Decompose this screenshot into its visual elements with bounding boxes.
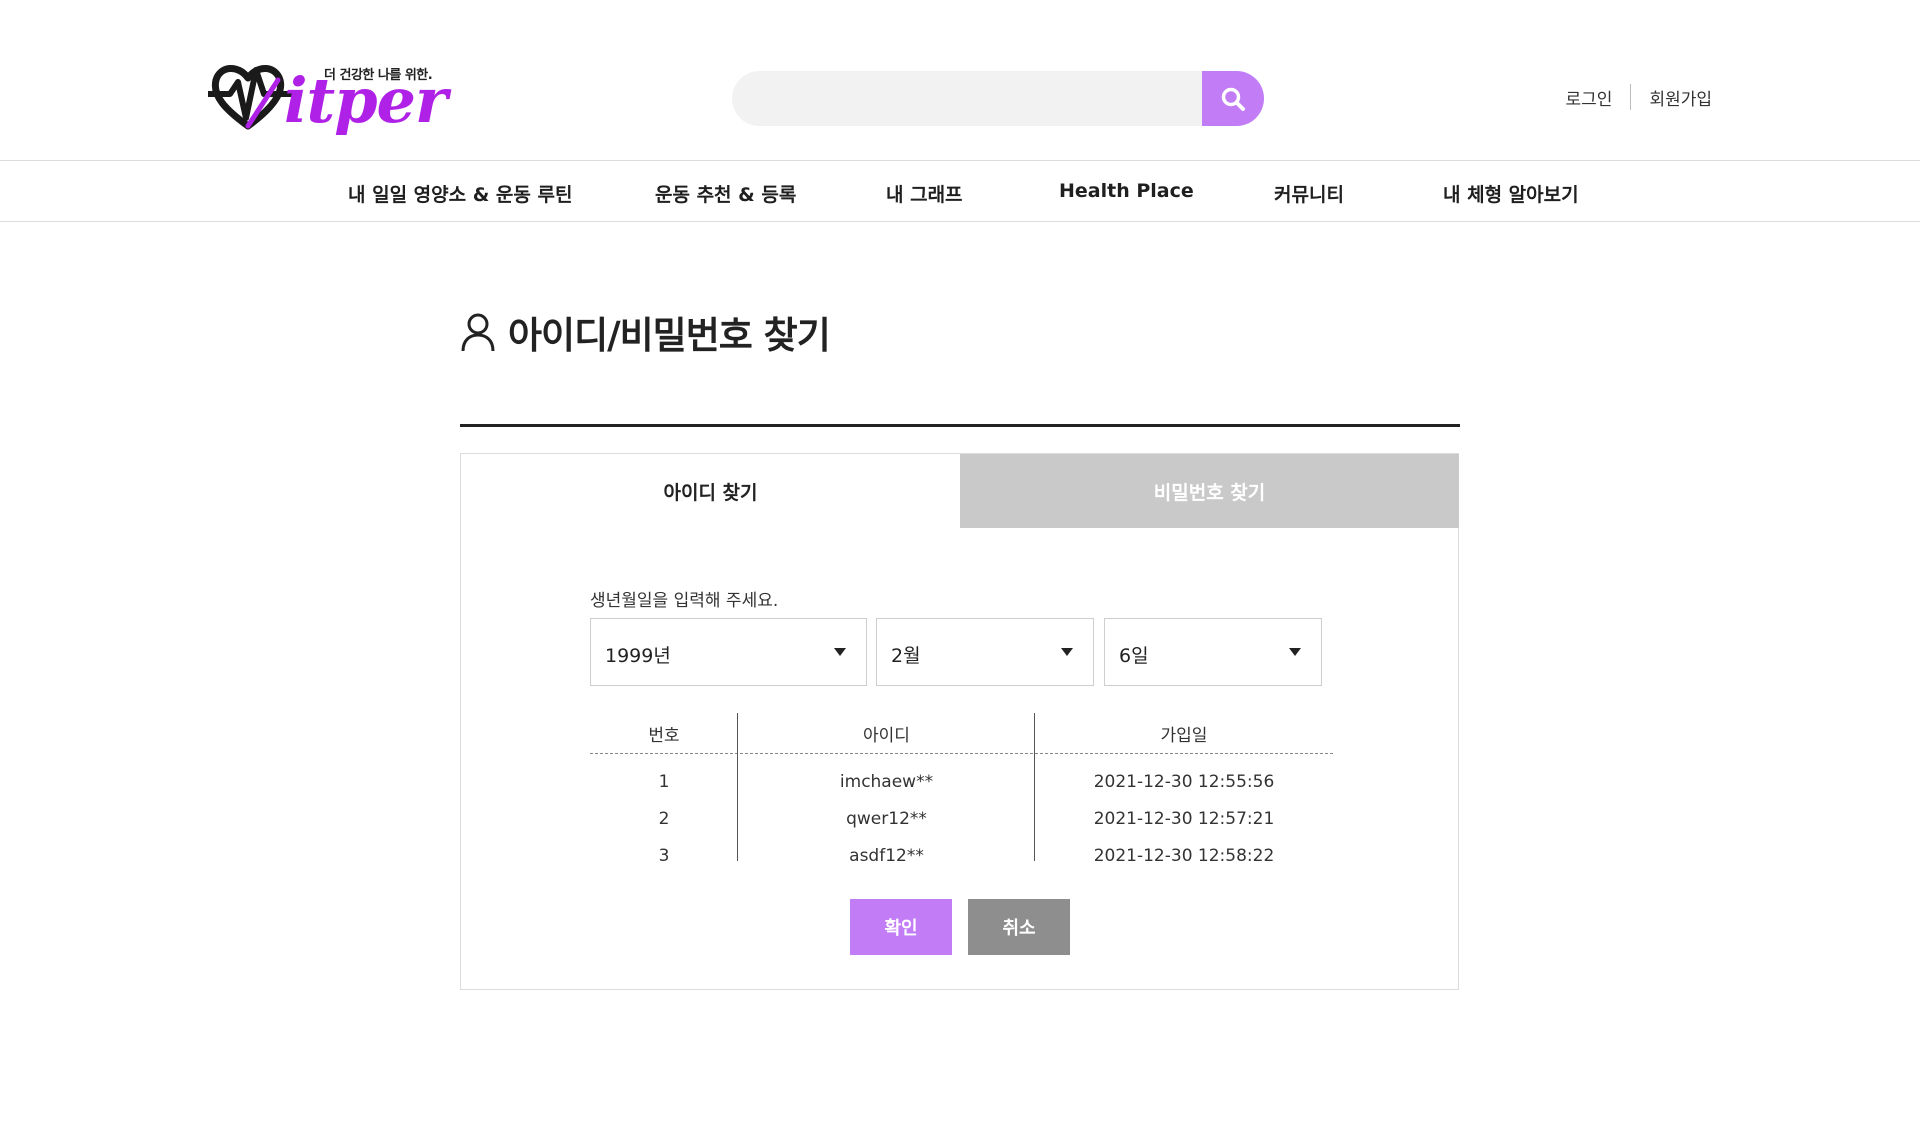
page-title-wrap: 아이디/비밀번호 찾기 [460, 305, 831, 359]
site-header: 더 건강한 나를 위한. itper 로그인 회원가입 [0, 0, 1920, 161]
table-row: 1 imchaew** 2021-12-30 12:55:56 [590, 763, 1333, 800]
row-user-id: imchaew** [839, 771, 934, 792]
row-join-date: 2021-12-30 12:58:22 [1093, 845, 1275, 866]
search-input[interactable] [732, 71, 1202, 126]
search-icon [1221, 87, 1245, 111]
confirm-button[interactable]: 확인 [850, 899, 952, 955]
chevron-down-icon [834, 648, 846, 656]
birthdate-prompt: 생년월일을 입력해 주세요. [590, 591, 779, 611]
month-select-value: 2월 [891, 645, 921, 667]
day-select-value: 6일 [1119, 645, 1149, 667]
row-number: 3 [658, 845, 670, 866]
user-icon [461, 313, 495, 352]
tab-find-id[interactable]: 아이디 찾기 [461, 454, 960, 528]
cancel-button[interactable]: 취소 [968, 899, 1070, 955]
nav-item-body-type[interactable]: 내 체형 알아보기 [1443, 180, 1579, 207]
column-divider [1034, 713, 1035, 861]
logo-wordmark: itper [284, 64, 448, 137]
nav-item-my-graph[interactable]: 내 그래프 [886, 180, 963, 207]
search-button[interactable] [1202, 71, 1264, 126]
table-row: 3 asdf12** 2021-12-30 12:58:22 [590, 837, 1333, 874]
row-join-date: 2021-12-30 12:55:56 [1093, 771, 1275, 792]
column-divider [737, 713, 738, 861]
page-title: 아이디/비밀번호 찾기 [508, 314, 831, 357]
table-row: 2 qwer12** 2021-12-30 12:57:21 [590, 800, 1333, 837]
nav-item-health-place[interactable]: Health Place [1059, 180, 1194, 202]
year-select-value: 1999년 [605, 645, 671, 667]
nav-item-daily-nutrition-routine[interactable]: 내 일일 영양소 & 운동 루틴 [348, 180, 572, 207]
results-table: 번호 아이디 가입일 1 imchaew** 2021-12-30 12:55:… [590, 713, 1333, 874]
year-select[interactable]: 1999년 [590, 618, 867, 686]
chevron-down-icon [1289, 648, 1301, 656]
login-link[interactable]: 로그인 [1566, 85, 1613, 110]
find-account-panel: 아이디 찾기 비밀번호 찾기 생년월일을 입력해 주세요. 1999년 2월 6… [460, 453, 1459, 990]
nav-item-exercise-recommend[interactable]: 운동 추천 & 등록 [655, 180, 796, 207]
row-number: 1 [658, 771, 670, 792]
signup-link[interactable]: 회원가입 [1649, 85, 1712, 110]
main-nav: 내 일일 영양소 & 운동 루틴 운동 추천 & 등록 내 그래프 Health… [0, 160, 1920, 222]
auth-links: 로그인 회원가입 [1566, 84, 1712, 110]
table-header: 번호 아이디 가입일 [590, 713, 1333, 754]
chevron-down-icon [1061, 648, 1073, 656]
site-logo[interactable]: 더 건강한 나를 위한. itper [208, 58, 448, 138]
month-select[interactable]: 2월 [876, 618, 1094, 686]
column-header-id: 아이디 [863, 725, 910, 746]
title-divider [460, 424, 1460, 427]
search-bar [732, 71, 1264, 126]
row-join-date: 2021-12-30 12:57:21 [1093, 808, 1275, 829]
nav-item-community[interactable]: 커뮤니티 [1274, 180, 1344, 207]
day-select[interactable]: 6일 [1104, 618, 1322, 686]
column-header-number: 번호 [648, 725, 680, 746]
row-user-id: qwer12** [846, 808, 927, 829]
column-header-join-date: 가입일 [1160, 725, 1208, 746]
row-user-id: asdf12** [849, 845, 924, 866]
tab-find-password[interactable]: 비밀번호 찾기 [960, 454, 1459, 528]
auth-divider [1630, 84, 1632, 110]
row-number: 2 [658, 808, 670, 829]
